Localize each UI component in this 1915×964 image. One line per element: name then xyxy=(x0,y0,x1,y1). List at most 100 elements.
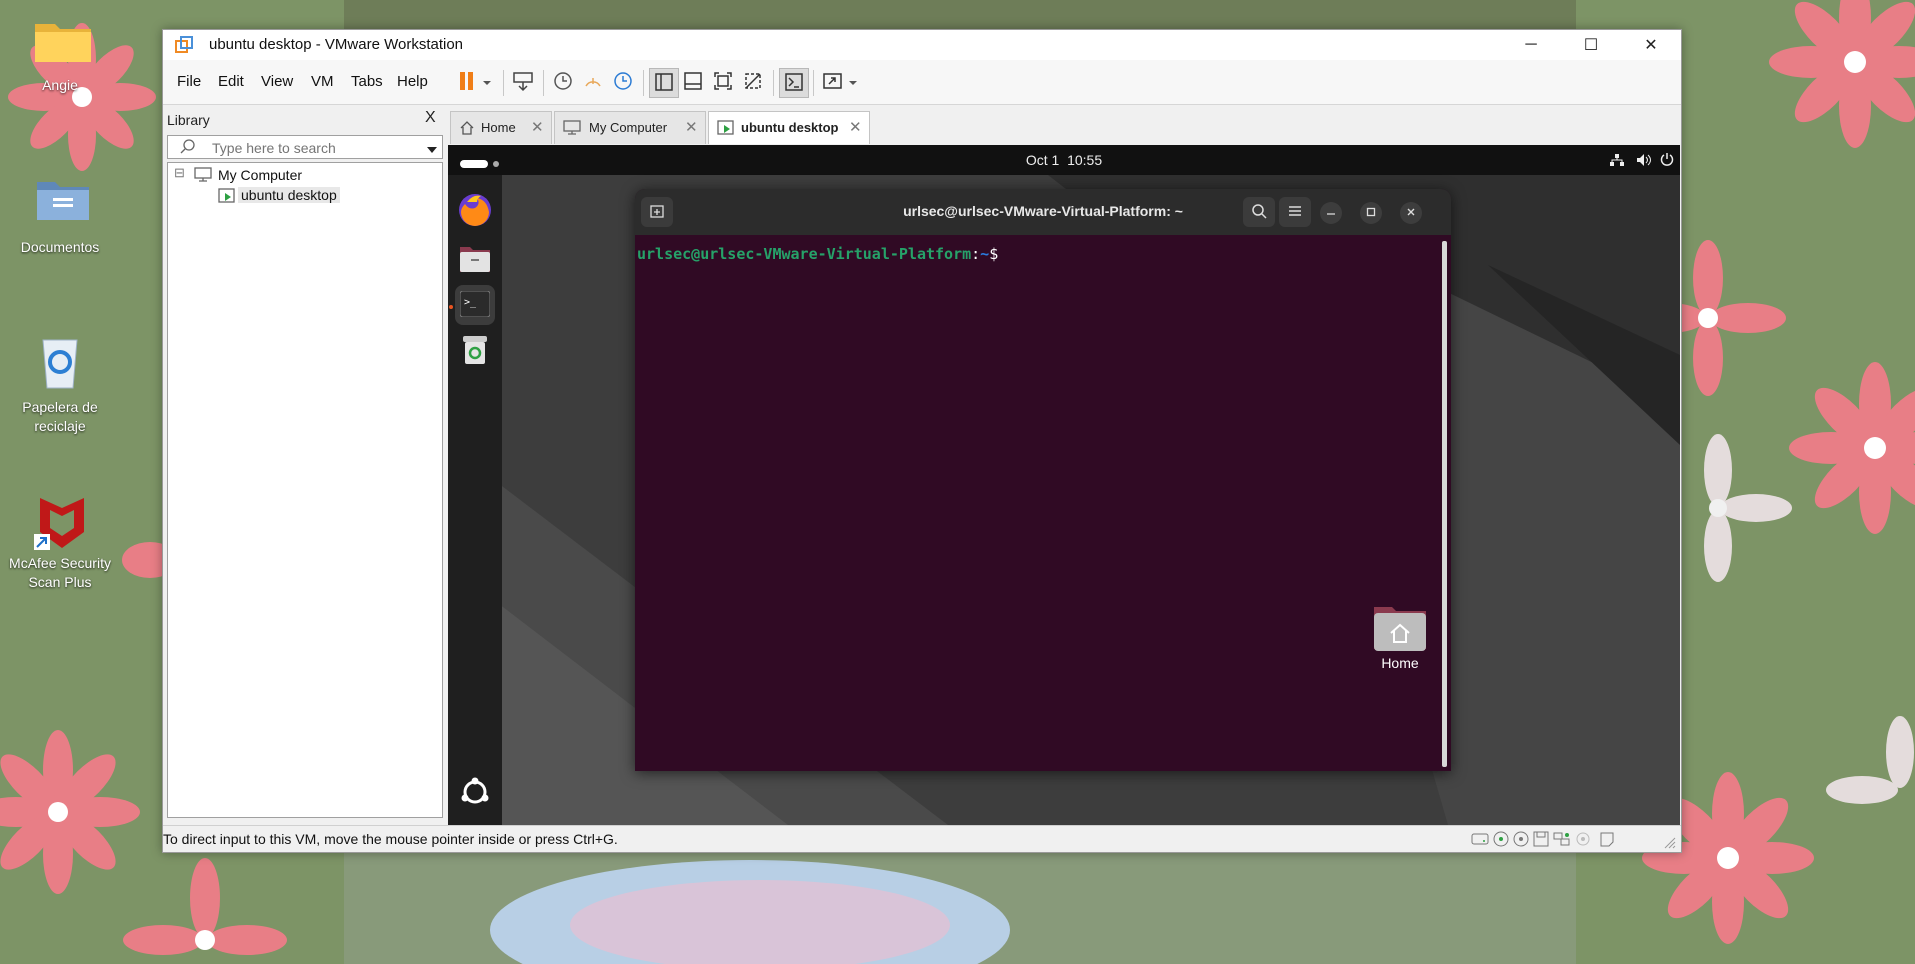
tab-home[interactable]: Home ✕ xyxy=(450,111,552,144)
menu-view[interactable]: View xyxy=(261,73,293,90)
tab-close-icon[interactable]: ✕ xyxy=(685,118,698,136)
documents-folder-icon xyxy=(30,174,90,234)
terminal-menu-button[interactable] xyxy=(1279,197,1311,227)
tab-close-icon[interactable]: ✕ xyxy=(849,118,862,136)
terminal-prompt[interactable]: urlsec@urlsec-VMware-Virtual-Platform:~$ xyxy=(637,245,998,263)
pause-button[interactable] xyxy=(453,68,481,96)
network-adapter-icon[interactable] xyxy=(1553,831,1571,850)
desktop-icon-label: Documentos xyxy=(20,239,100,255)
menu-edit[interactable]: Edit xyxy=(218,73,244,90)
tab-close-icon[interactable]: ✕ xyxy=(531,118,544,136)
chevron-down-icon xyxy=(482,75,492,90)
snapshot-manager-icon xyxy=(612,70,634,95)
home-icon xyxy=(459,120,475,139)
desktop-icon-label: Papelera de reciclaje xyxy=(22,399,98,434)
revert-snapshot-icon xyxy=(582,70,604,95)
close-button[interactable]: ✕ xyxy=(1621,30,1681,60)
menu-toolbar-bar: File Edit View VM Tabs Help xyxy=(163,60,1681,105)
library-close-button[interactable]: X xyxy=(425,109,436,127)
library-search-input[interactable] xyxy=(210,138,414,158)
keyboard-send-icon xyxy=(512,70,534,95)
stretch-guest-button[interactable] xyxy=(819,68,847,96)
network-icon[interactable] xyxy=(1610,153,1624,170)
terminal-search-button[interactable] xyxy=(1243,197,1275,227)
tab-label: ubuntu desktop xyxy=(741,120,839,135)
snapshot-clock-icon xyxy=(552,70,574,95)
tab-ubuntu-desktop[interactable]: ubuntu desktop ✕ xyxy=(708,111,870,144)
vm-console[interactable]: Oct 1 10:55 >_ urlsec@urlsec-VMware-Virt… xyxy=(448,145,1680,825)
show-library-button[interactable] xyxy=(649,68,679,98)
prompt-user-host: urlsec@urlsec-VMware-Virtual-Platform xyxy=(637,245,972,263)
dock-trash[interactable] xyxy=(455,331,495,371)
dock-firefox[interactable] xyxy=(455,191,495,231)
floppy-icon[interactable] xyxy=(1533,831,1549,850)
terminal-window[interactable]: urlsec@urlsec-VMware-Virtual-Platform: ~ xyxy=(635,189,1451,771)
tree-item-ubuntu-desktop[interactable]: ubuntu desktop xyxy=(238,187,340,203)
power-icon[interactable] xyxy=(1660,152,1674,169)
thumbnail-bar-button[interactable] xyxy=(679,68,707,96)
full-screen-button[interactable] xyxy=(709,68,737,96)
title-bar[interactable]: ubuntu desktop - VMware Workstation ─ ☐ … xyxy=(163,30,1681,60)
tab-my-computer[interactable]: My Computer ✕ xyxy=(554,111,706,144)
stretch-dropdown-button[interactable] xyxy=(845,68,861,96)
revert-snapshot-button[interactable] xyxy=(579,68,607,96)
hard-disk-icon[interactable] xyxy=(1471,831,1489,850)
computer-icon xyxy=(563,120,581,139)
thumbnail-bar-icon xyxy=(683,71,703,94)
status-message: To direct input to this VM, move the mou… xyxy=(163,831,618,847)
terminal-header[interactable]: urlsec@urlsec-VMware-Virtual-Platform: ~ xyxy=(635,189,1451,235)
desktop-icon-mcafee[interactable]: McAfee Security Scan Plus xyxy=(0,490,120,592)
prompt-symbol: $ xyxy=(989,245,999,263)
menu-vm[interactable]: VM xyxy=(311,73,334,90)
ubuntu-desktop-home-label: Home xyxy=(1381,655,1419,671)
snapshot-manager-button[interactable] xyxy=(609,68,637,96)
maximize-icon xyxy=(1366,207,1376,220)
desktop-icon-documentos[interactable]: Documentos xyxy=(0,174,120,257)
tree-collapse-toggle[interactable]: ⊟ xyxy=(174,165,185,181)
dock-files[interactable] xyxy=(455,239,495,279)
ubuntu-desktop-home[interactable]: Home xyxy=(1360,601,1440,671)
desktop-icon-label: Angie xyxy=(42,77,78,93)
usb-icon[interactable] xyxy=(1575,831,1591,850)
power-dropdown-button[interactable] xyxy=(479,68,495,96)
menu-tabs[interactable]: Tabs xyxy=(351,73,383,90)
terminal-maximize-button[interactable] xyxy=(1360,202,1382,224)
stretch-icon xyxy=(822,71,844,94)
active-app-indicator xyxy=(449,305,453,309)
menu-help[interactable]: Help xyxy=(397,73,428,90)
dock-terminal[interactable]: >_ xyxy=(455,285,495,325)
library-search-box[interactable] xyxy=(167,135,443,159)
library-panel-icon xyxy=(654,72,674,95)
cd-dvd-icon[interactable] xyxy=(1493,831,1509,850)
minimize-button[interactable]: ─ xyxy=(1501,30,1561,60)
unity-button[interactable] xyxy=(739,68,767,96)
tree-item-my-computer[interactable]: My Computer xyxy=(218,167,302,183)
message-log-icon[interactable] xyxy=(1599,831,1615,850)
resize-grip-icon[interactable] xyxy=(1663,836,1677,852)
firefox-icon xyxy=(457,192,493,231)
vm-running-icon xyxy=(717,120,735,139)
terminal-minimize-button[interactable] xyxy=(1320,202,1342,224)
close-icon xyxy=(1406,207,1416,220)
console-view-button[interactable] xyxy=(779,68,809,98)
menu-file[interactable]: File xyxy=(177,73,201,90)
cd-dvd-2-icon[interactable] xyxy=(1513,831,1529,850)
chevron-down-icon[interactable] xyxy=(426,142,438,157)
send-ctrl-alt-del-button[interactable] xyxy=(509,68,537,96)
dock-show-apps[interactable] xyxy=(455,773,495,813)
terminal-close-button[interactable] xyxy=(1400,202,1422,224)
vmware-window: ubuntu desktop - VMware Workstation ─ ☐ … xyxy=(162,29,1682,853)
vm-running-icon xyxy=(218,188,236,207)
prompt-path: ~ xyxy=(980,245,990,263)
snapshot-button[interactable] xyxy=(549,68,577,96)
svg-text:>_: >_ xyxy=(464,297,477,308)
vmware-logo-icon xyxy=(175,36,193,54)
clock[interactable]: Oct 1 10:55 xyxy=(448,152,1680,168)
desktop-icon-angie[interactable]: Angie xyxy=(0,12,120,95)
terminal-scrollbar[interactable] xyxy=(1442,241,1447,767)
hamburger-menu-icon xyxy=(1288,205,1302,220)
volume-icon[interactable] xyxy=(1636,153,1652,170)
maximize-button[interactable]: ☐ xyxy=(1561,30,1621,60)
desktop-icon-recycle-bin[interactable]: Papelera de reciclaje xyxy=(0,334,120,436)
folder-icon xyxy=(30,12,91,72)
